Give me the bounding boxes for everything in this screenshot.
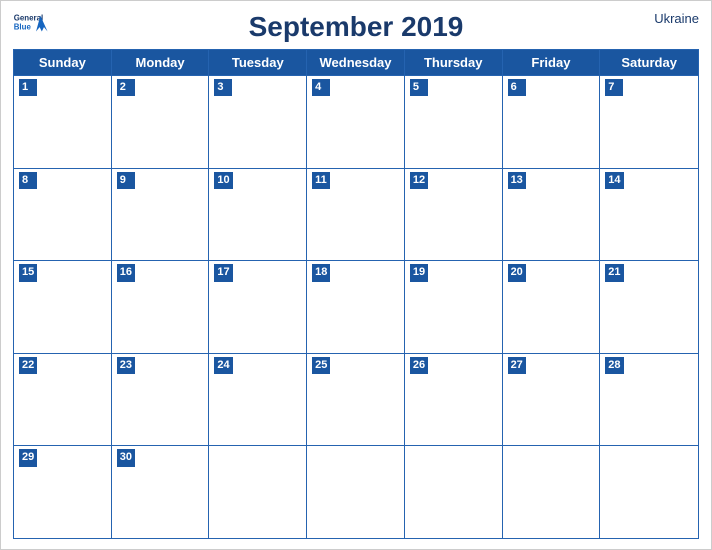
generalblue-logo-icon: General Blue bbox=[13, 11, 49, 39]
day-number: 10 bbox=[214, 172, 232, 189]
day-number: 8 bbox=[19, 172, 37, 189]
day-cell: 11 bbox=[307, 169, 405, 261]
day-cell: 29 bbox=[14, 446, 112, 538]
day-header-saturday: Saturday bbox=[600, 50, 698, 75]
day-number: 30 bbox=[117, 449, 135, 466]
day-cell: 1 bbox=[14, 76, 112, 168]
day-header-monday: Monday bbox=[112, 50, 210, 75]
svg-text:Blue: Blue bbox=[14, 22, 32, 31]
day-cell: 22 bbox=[14, 354, 112, 446]
day-number: 16 bbox=[117, 264, 135, 281]
day-number: 12 bbox=[410, 172, 428, 189]
day-number: 18 bbox=[312, 264, 330, 281]
day-cell: 10 bbox=[209, 169, 307, 261]
logo-area: General Blue bbox=[13, 11, 49, 39]
day-number: 25 bbox=[312, 357, 330, 374]
day-cell: 6 bbox=[503, 76, 601, 168]
day-cell: 13 bbox=[503, 169, 601, 261]
day-number: 19 bbox=[410, 264, 428, 281]
day-cell: 2 bbox=[112, 76, 210, 168]
day-number: 20 bbox=[508, 264, 526, 281]
week-row-5: 29 30 bbox=[14, 445, 698, 538]
day-cell: 21 bbox=[600, 261, 698, 353]
day-number: 28 bbox=[605, 357, 623, 374]
day-cell bbox=[600, 446, 698, 538]
day-number: 2 bbox=[117, 79, 135, 96]
day-cell: 27 bbox=[503, 354, 601, 446]
day-number: 7 bbox=[605, 79, 623, 96]
title-area: September 2019 bbox=[249, 11, 464, 43]
day-cell: 8 bbox=[14, 169, 112, 261]
day-number: 24 bbox=[214, 357, 232, 374]
day-cell bbox=[307, 446, 405, 538]
day-number: 13 bbox=[508, 172, 526, 189]
day-cell: 16 bbox=[112, 261, 210, 353]
day-number: 9 bbox=[117, 172, 135, 189]
day-cell: 23 bbox=[112, 354, 210, 446]
day-cell: 12 bbox=[405, 169, 503, 261]
day-cell: 24 bbox=[209, 354, 307, 446]
day-number: 5 bbox=[410, 79, 428, 96]
day-cell: 26 bbox=[405, 354, 503, 446]
day-cell bbox=[209, 446, 307, 538]
day-cell: 5 bbox=[405, 76, 503, 168]
day-header-wednesday: Wednesday bbox=[307, 50, 405, 75]
day-cell bbox=[405, 446, 503, 538]
calendar-container: General Blue September 2019 Ukraine Sund… bbox=[0, 0, 712, 550]
day-number: 29 bbox=[19, 449, 37, 466]
day-headers-row: SundayMondayTuesdayWednesdayThursdayFrid… bbox=[14, 50, 698, 75]
day-cell: 19 bbox=[405, 261, 503, 353]
week-row-4: 22 23 24 25 26 27 28 bbox=[14, 353, 698, 446]
day-number: 22 bbox=[19, 357, 37, 374]
calendar-grid: SundayMondayTuesdayWednesdayThursdayFrid… bbox=[13, 49, 699, 539]
day-number: 26 bbox=[410, 357, 428, 374]
day-cell: 25 bbox=[307, 354, 405, 446]
day-number: 11 bbox=[312, 172, 330, 189]
week-row-2: 8 9 10 11 12 13 14 bbox=[14, 168, 698, 261]
week-row-1: 1 2 3 4 5 6 7 bbox=[14, 75, 698, 168]
country-label: Ukraine bbox=[654, 11, 699, 26]
day-number: 14 bbox=[605, 172, 623, 189]
day-cell: 17 bbox=[209, 261, 307, 353]
day-cell bbox=[503, 446, 601, 538]
day-number: 23 bbox=[117, 357, 135, 374]
calendar-header: General Blue September 2019 Ukraine bbox=[13, 11, 699, 43]
day-number: 17 bbox=[214, 264, 232, 281]
day-cell: 20 bbox=[503, 261, 601, 353]
day-number: 4 bbox=[312, 79, 330, 96]
day-number: 15 bbox=[19, 264, 37, 281]
day-number: 6 bbox=[508, 79, 526, 96]
svg-text:General: General bbox=[14, 14, 43, 23]
day-header-friday: Friday bbox=[503, 50, 601, 75]
day-header-sunday: Sunday bbox=[14, 50, 112, 75]
day-cell: 7 bbox=[600, 76, 698, 168]
weeks-container: 1234567891011121314151617181920212223242… bbox=[14, 75, 698, 538]
day-cell: 14 bbox=[600, 169, 698, 261]
day-cell: 3 bbox=[209, 76, 307, 168]
day-cell: 30 bbox=[112, 446, 210, 538]
week-row-3: 15 16 17 18 19 20 21 bbox=[14, 260, 698, 353]
day-number: 3 bbox=[214, 79, 232, 96]
day-cell: 28 bbox=[600, 354, 698, 446]
day-cell: 4 bbox=[307, 76, 405, 168]
calendar-title: September 2019 bbox=[249, 11, 464, 43]
day-number: 1 bbox=[19, 79, 37, 96]
day-cell: 9 bbox=[112, 169, 210, 261]
day-header-thursday: Thursday bbox=[405, 50, 503, 75]
day-header-tuesday: Tuesday bbox=[209, 50, 307, 75]
day-number: 21 bbox=[605, 264, 623, 281]
day-cell: 15 bbox=[14, 261, 112, 353]
day-cell: 18 bbox=[307, 261, 405, 353]
day-number: 27 bbox=[508, 357, 526, 374]
